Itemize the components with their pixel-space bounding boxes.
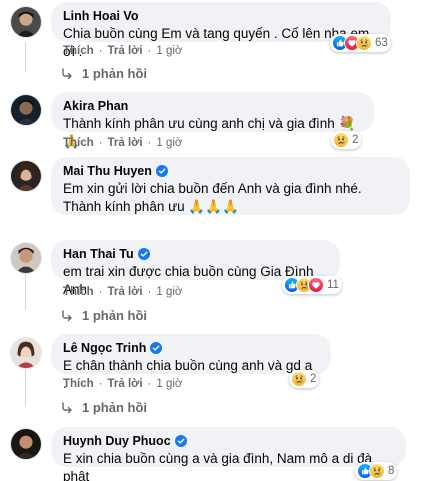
verified-badge-icon [175,435,187,447]
reaction-summary[interactable]: 2 [289,370,320,388]
view-replies-link[interactable]: 1 phản hồi [60,308,147,323]
love-reaction-icon [308,277,324,293]
reaction-summary[interactable]: 8 [355,462,398,480]
comment-bubble: Han Thai Tu em trai xin được chia buồn c… [51,240,340,297]
replies-count: 1 phản hồi [82,308,147,323]
comment-time[interactable]: 1 giờ [156,45,182,57]
verified-badge-icon [138,248,150,260]
author-name[interactable]: Han Thai Tu [63,246,134,262]
verified-badge-icon [150,342,162,354]
comment-text: E xin chia buồn cùng a và gia đình, Nam … [63,451,373,481]
reaction-summary[interactable]: 63 [330,34,391,52]
reply-arrow-icon [60,67,74,81]
comment-time[interactable]: 1 giờ [156,286,182,298]
comment-text: Em xin gửi lời chia buồn đến Anh và gia … [63,181,362,214]
thread-line [25,367,26,407]
thread-line [25,270,26,310]
reaction-summary[interactable]: 11 [282,276,342,294]
avatar[interactable] [10,94,42,126]
like-button[interactable]: Thích [63,286,94,298]
reaction-count: 8 [388,465,395,477]
sad-reaction-icon [369,463,385,479]
comment-time[interactable]: 1 giờ [156,378,182,390]
author-name[interactable]: Mai Thu Huyen [63,163,152,179]
like-button[interactable]: Thích [63,45,94,57]
view-replies-link[interactable]: 1 phản hồi [60,400,147,415]
comment-actions: Thích · Trả lời · 1 giờ [63,137,183,149]
reply-button[interactable]: Trả lời [108,45,143,57]
reply-button[interactable]: Trả lời [108,137,143,149]
author-name[interactable]: Akira Phan [63,98,128,114]
comment-actions: Thích · Trả lời · 1 giờ [63,378,183,390]
reply-button[interactable]: Trả lời [108,286,143,298]
reply-arrow-icon [60,401,74,415]
verified-badge-icon [156,165,168,177]
author-name[interactable]: Linh Hoai Vo [63,8,138,24]
comment-bubble: Huynh Duy Phuoc E xin chia buồn cùng a v… [51,427,406,481]
avatar[interactable] [10,337,42,369]
reaction-count: 63 [375,37,388,49]
avatar[interactable] [10,160,42,192]
comment-bubble: Mai Thu Huyen Em xin gửi lời chia buồn đ… [51,157,410,215]
comment-actions: Thích · Trả lời · 1 giờ [63,286,183,298]
like-button[interactable]: Thích [63,137,94,149]
comment-time[interactable]: 1 giờ [156,137,182,149]
author-name[interactable]: Huynh Duy Phuoc [63,433,171,449]
sad-reaction-icon [291,371,307,387]
view-replies-link[interactable]: 1 phản hồi [60,66,147,81]
sad-reaction-icon [333,132,349,148]
thread-line [25,42,26,72]
reaction-count: 2 [352,134,359,146]
avatar[interactable] [10,428,42,460]
reaction-summary[interactable]: 2 [331,131,362,149]
reply-button[interactable]: Trả lời [108,378,143,390]
sad-reaction-icon [356,35,372,51]
comment-bubble: Akira Phan Thành kính phân ưu cùng anh c… [51,92,374,149]
reaction-count: 2 [310,373,317,385]
avatar[interactable] [10,6,42,38]
reply-arrow-icon [60,309,74,323]
avatar[interactable] [10,242,42,274]
comment-actions: Thích · Trả lời · 1 giờ [63,45,183,57]
replies-count: 1 phản hồi [82,66,147,81]
like-button[interactable]: Thích [63,378,94,390]
comment-bubble: Lê Ngọc Trinh E chân thành chia buồn cùn… [51,334,331,391]
replies-count: 1 phản hồi [82,400,147,415]
reaction-count: 11 [327,279,339,291]
author-name[interactable]: Lê Ngọc Trinh [63,340,146,356]
